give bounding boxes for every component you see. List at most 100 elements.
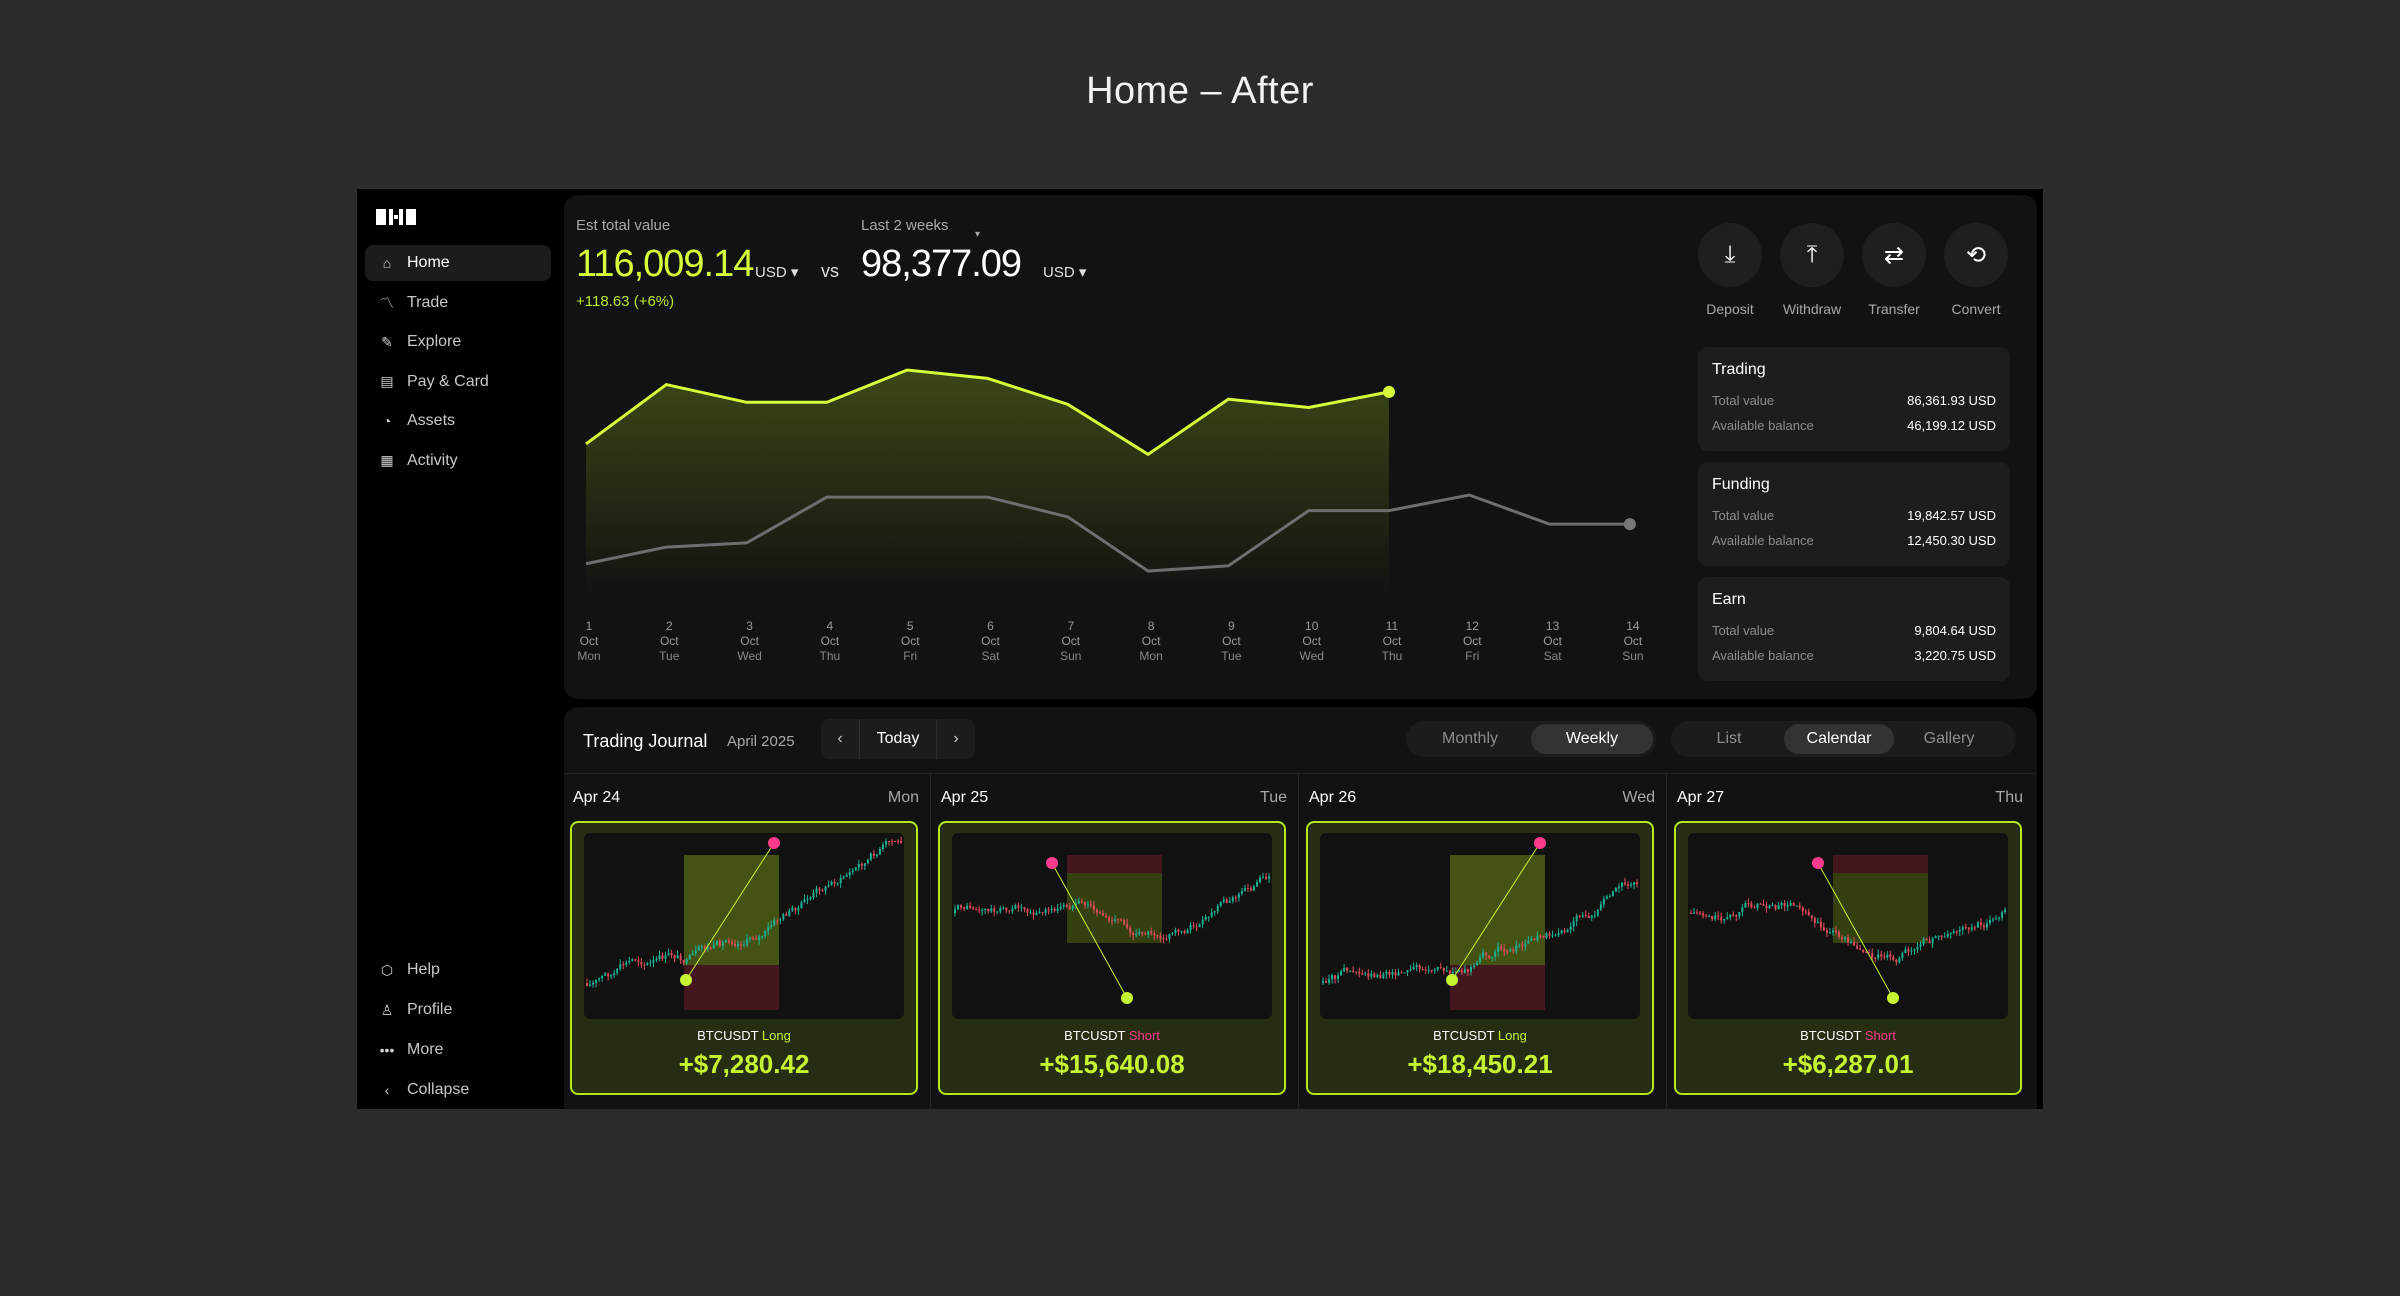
candle-body	[1189, 925, 1192, 931]
candle-body	[1895, 959, 1898, 963]
sidebar-item-home[interactable]: ⌂ Home	[365, 245, 551, 281]
candle-body	[1469, 967, 1472, 972]
account-earn[interactable]: Earn Total value 9,804.64 USD Available bal…	[1698, 577, 2010, 681]
candle-body	[1050, 908, 1053, 911]
mode-toggle: List Calendar Gallery	[1671, 721, 2016, 757]
candle-body	[1762, 904, 1765, 906]
trade-card[interactable]: BTCUSDT Long +$18,450.21	[1306, 821, 1654, 1095]
total-row: Total value 9,804.64 USD	[1712, 623, 1996, 638]
candle-body	[1536, 935, 1539, 941]
candle-body	[1572, 921, 1575, 927]
sidebar-item-help[interactable]: ⬡ Help	[365, 952, 551, 988]
trade-side: Long	[1497, 1028, 1527, 1043]
sidebar-item-explore[interactable]: ✎ Explore	[365, 324, 551, 360]
sidebar-item-activity[interactable]: ▦ Activity	[365, 443, 551, 479]
period-currency-select[interactable]: USD ▾	[1043, 263, 1086, 281]
mode-gallery[interactable]: Gallery	[1894, 724, 2004, 754]
withdraw-button[interactable]: ⤒ Withdraw	[1780, 223, 1844, 317]
candle-body	[1753, 907, 1756, 909]
trade-card[interactable]: BTCUSDT Short +$15,640.08	[938, 821, 1286, 1095]
sidebar-item-pay-card[interactable]: ▤ Pay & Card	[365, 364, 551, 400]
candle-body	[1132, 932, 1135, 936]
sidebar-item-trade[interactable]: 〽 Trade	[365, 285, 551, 321]
next-week-button[interactable]: ›	[937, 730, 975, 748]
candle-body	[703, 946, 706, 949]
candle-body	[1804, 911, 1807, 913]
candle-body	[755, 938, 758, 940]
period-chevron-icon[interactable]: ▾	[975, 229, 980, 240]
mode-list[interactable]: List	[1674, 724, 1784, 754]
candle-body	[676, 955, 679, 959]
candle-body	[881, 844, 884, 850]
today-button[interactable]: Today	[859, 719, 937, 759]
day-divider	[930, 773, 931, 1109]
candle-body	[697, 946, 700, 951]
candle-body	[1494, 951, 1497, 957]
candle-body	[1512, 950, 1515, 952]
x-tick-label: Mon	[577, 649, 600, 663]
candle-body	[1874, 957, 1877, 959]
portfolio-card: Est total value 116,009.14 USD ▾ +118.63…	[564, 195, 2037, 699]
x-tick-label: Oct	[1624, 634, 1643, 648]
mode-calendar[interactable]: Calendar	[1784, 724, 1894, 754]
more-icon: •••	[379, 1042, 395, 1058]
candle-body	[1627, 884, 1630, 886]
candle-body	[733, 943, 736, 946]
sidebar-item-assets[interactable]: ◔ Assets	[365, 403, 551, 439]
candle-body	[845, 875, 848, 877]
candle-body	[779, 919, 782, 921]
candle-body	[1325, 981, 1328, 983]
candle-body	[1123, 920, 1126, 924]
candle-body	[1633, 882, 1636, 885]
candle-body	[2001, 911, 2004, 918]
x-tick-label: Oct	[981, 634, 1000, 648]
period-select[interactable]: Last 2 weeks	[861, 217, 949, 234]
candle-body	[1225, 899, 1228, 903]
convert-button[interactable]: ⟲ Convert	[1944, 223, 2008, 317]
sidebar-item-profile[interactable]: ♙ Profile	[365, 992, 551, 1028]
account-funding[interactable]: Funding Total value 19,842.57 USD Available…	[1698, 462, 2010, 566]
trade-card[interactable]: BTCUSDT Short +$6,287.01	[1674, 821, 2022, 1095]
candle-body	[1783, 902, 1786, 907]
x-tick-label: Oct	[740, 634, 759, 648]
view-monthly[interactable]: Monthly	[1409, 724, 1531, 754]
view-weekly[interactable]: Weekly	[1531, 724, 1653, 754]
candle-body	[667, 953, 670, 956]
journal-title: Trading Journal	[583, 731, 708, 751]
candle-body	[1219, 901, 1222, 906]
x-tick-label: Wed	[737, 649, 761, 663]
candle-body	[721, 942, 724, 946]
candle-body	[1346, 967, 1349, 971]
candle-body	[1732, 914, 1735, 916]
day-column: Apr 24 Mon BTCUSDT Long +$7,280.42	[564, 773, 928, 1109]
sidebar-item-collapse[interactable]: ‹ Collapse	[365, 1072, 551, 1108]
day-header: Apr 24 Mon	[564, 773, 928, 807]
candle-body	[2004, 909, 2007, 912]
candle-body	[1159, 936, 1162, 939]
total-label: Total value	[1712, 623, 1775, 638]
candle-body	[1488, 955, 1491, 958]
candle-body	[743, 944, 746, 946]
candle-body	[1083, 901, 1086, 906]
account-trading[interactable]: Trading Total value 86,361.93 USD Available…	[1698, 347, 2010, 451]
candle-body	[776, 920, 779, 922]
candle-body	[1144, 933, 1147, 935]
x-tick-label: Thu	[820, 649, 841, 663]
candle-body	[1497, 946, 1500, 952]
candle-body	[800, 902, 803, 908]
est-currency-select[interactable]: USD ▾	[755, 263, 798, 281]
sidebar-item-more[interactable]: ••• More	[365, 1032, 551, 1068]
candle-body	[1473, 965, 1475, 968]
available-label: Available balance	[1712, 648, 1814, 663]
candle-body	[1530, 938, 1533, 941]
deposit-button[interactable]: ⤓ Deposit	[1698, 223, 1762, 317]
transfer-button[interactable]: ⇄ Transfer	[1862, 223, 1926, 317]
candle-body	[1862, 949, 1865, 952]
okx-logo[interactable]	[376, 209, 416, 225]
candle-body	[1723, 918, 1726, 921]
candle-body	[1476, 962, 1479, 966]
candle-body	[673, 955, 676, 959]
prev-week-button[interactable]: ‹	[821, 730, 859, 748]
trade-card[interactable]: BTCUSDT Long +$7,280.42	[570, 821, 918, 1095]
candle-body	[1789, 903, 1792, 906]
